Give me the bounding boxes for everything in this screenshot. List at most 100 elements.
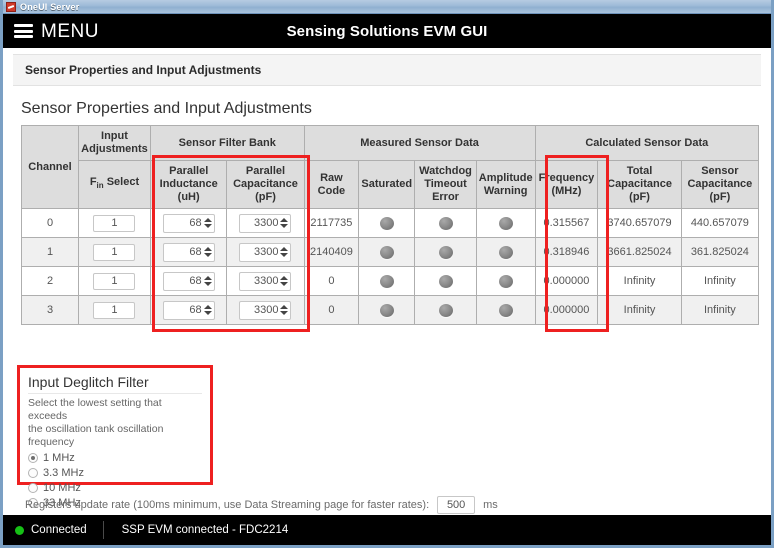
fin-select-input[interactable] [93, 301, 136, 319]
cell-saturated [358, 266, 416, 296]
fin-select-input[interactable] [93, 243, 136, 261]
stepper-arrows-icon[interactable] [280, 274, 289, 289]
parallel-inductance-stepper[interactable] [162, 242, 215, 262]
watchdog-timeout-led-icon [438, 245, 453, 259]
deglitch-description-l2: the oscillation tank oscillation frequen… [28, 423, 164, 448]
table-column-header-row: Fin Select Parallel Inductance (uH) Para… [22, 160, 760, 209]
cell-channel: 2 [21, 266, 79, 296]
parallel-capacitance-stepper[interactable] [239, 271, 292, 291]
parallel-capacitance-input[interactable] [240, 273, 281, 289]
cell-raw-code: 2117735 [303, 208, 360, 238]
device-status-message: SSP EVM connected - FDC2214 [121, 524, 289, 536]
cell-raw-code: 0 [303, 266, 360, 296]
update-rate-input[interactable] [437, 496, 476, 514]
group-input-adjustments: Input Adjustments [78, 125, 151, 161]
col-parallel-capacitance: Parallel Capacitance (pF) [226, 160, 305, 209]
parallel-capacitance-input[interactable] [240, 302, 281, 318]
group-measured-sensor-data: Measured Sensor Data [303, 125, 536, 161]
parallel-inductance-input[interactable] [163, 302, 204, 318]
col-fin-select: Fin Select [78, 160, 151, 209]
update-rate-unit: ms [483, 499, 498, 511]
connection-status-label: Connected [31, 524, 87, 536]
col-total-cap-l2: Capacitance [607, 178, 672, 190]
deglitch-option-1[interactable]: 1 MHz [28, 452, 202, 464]
parallel-inductance-input[interactable] [163, 273, 204, 289]
update-rate-label: Registers update rate (100ms minimum, us… [25, 499, 430, 511]
cell-raw-code: 2140409 [303, 237, 360, 267]
registers-update-rate-row: Registers update rate (100ms minimum, us… [25, 496, 498, 514]
stepper-arrows-icon[interactable] [203, 303, 212, 318]
radio-button-icon[interactable] [28, 468, 38, 478]
cell-saturated [358, 295, 416, 325]
table-group-header-row: Channel Input Adjustments Sensor Filter … [21, 125, 760, 209]
window-title: OneUI Server [20, 1, 80, 12]
parallel-inductance-stepper[interactable] [162, 213, 215, 233]
cell-parallel-capacitance [226, 208, 305, 238]
col-watchdog-l2: Timeout [424, 178, 467, 190]
cell-total-capacitance: Infinity [597, 295, 682, 325]
col-parallel-inductance: Parallel Inductance (uH) [149, 160, 228, 209]
section-header-sensor-properties[interactable]: Sensor Properties and Input Adjustments [13, 54, 761, 86]
parallel-capacitance-input[interactable] [240, 215, 281, 231]
saturated-led-icon [379, 216, 394, 230]
col-sensor-cap-l3: (pF) [709, 191, 731, 203]
col-amplitude-l1: Amplitude [478, 171, 533, 184]
deglitch-option-label: 3.3 MHz [43, 467, 84, 479]
stepper-arrows-icon[interactable] [203, 274, 212, 289]
parallel-capacitance-stepper[interactable] [239, 213, 292, 233]
col-amplitude-warning: Amplitude Warning [475, 160, 536, 209]
cell-amplitude-warning [475, 266, 536, 296]
deglitch-option-label: 10 MHz [43, 482, 81, 494]
parallel-inductance-input[interactable] [163, 215, 204, 231]
cell-sensor-capacitance: 361.825024 [680, 237, 760, 267]
group-calculated-sensor-data: Calculated Sensor Data [534, 125, 760, 161]
deglitch-option-2[interactable]: 3.3 MHz [28, 467, 202, 479]
menu-button[interactable]: MENU [3, 14, 99, 48]
col-raw-code: Raw Code [303, 160, 360, 209]
application-window: OneUI Server MENU Sensing Solutions EVM … [0, 0, 774, 548]
cell-parallel-capacitance [226, 266, 305, 296]
col-frequency-l2: (MHz) [551, 184, 582, 197]
page-title: Sensing Solutions EVM GUI [286, 22, 488, 40]
fin-select-input[interactable] [93, 272, 136, 290]
radio-button-icon[interactable] [28, 483, 38, 493]
stepper-arrows-icon[interactable] [280, 216, 289, 231]
deglitch-option-3[interactable]: 10 MHz [28, 482, 202, 494]
col-frequency-l1: Frequency [538, 171, 595, 184]
group-sensor-filter-bank: Sensor Filter Bank [149, 125, 305, 161]
status-divider [102, 521, 104, 539]
col-sensor-cap-l2: Capacitance [687, 178, 753, 190]
cell-parallel-inductance [149, 266, 228, 296]
radio-button-icon[interactable] [28, 453, 38, 463]
cell-parallel-capacitance [226, 237, 305, 267]
col-sensor-cap-l1: Sensor [701, 165, 739, 177]
col-watchdog-l1: Watchdog [419, 165, 472, 177]
saturated-led-icon [379, 245, 394, 259]
panel-heading: Sensor Properties and Input Adjustments [21, 100, 312, 117]
col-parallel-inductance-l2: Inductance [159, 178, 218, 190]
fin-select-input[interactable] [93, 214, 136, 232]
stepper-arrows-icon[interactable] [203, 216, 212, 231]
col-sensor-capacitance: Sensor Capacitance (pF) [680, 160, 760, 209]
stepper-arrows-icon[interactable] [280, 303, 289, 318]
parallel-inductance-input[interactable] [163, 244, 204, 260]
col-amplitude-l2: Warning [483, 184, 528, 197]
cell-channel: 1 [21, 237, 79, 267]
parallel-capacitance-input[interactable] [240, 244, 281, 260]
parallel-inductance-stepper[interactable] [162, 271, 215, 291]
amplitude-warning-led-icon [498, 303, 513, 317]
col-total-cap-l1: Total [626, 165, 653, 177]
parallel-capacitance-stepper[interactable] [239, 300, 292, 320]
cell-sensor-capacitance: Infinity [680, 266, 760, 296]
table-row: 200.000000InfinityInfinity [21, 266, 760, 296]
parallel-capacitance-stepper[interactable] [239, 242, 292, 262]
stepper-arrows-icon[interactable] [280, 245, 289, 260]
col-total-capacitance: Total Capacitance (pF) [597, 160, 682, 209]
fin-select-label: Fin Select [89, 176, 140, 191]
parallel-inductance-stepper[interactable] [162, 300, 215, 320]
stepper-arrows-icon[interactable] [203, 245, 212, 260]
watchdog-timeout-led-icon [438, 216, 453, 230]
watchdog-timeout-led-icon [438, 274, 453, 288]
col-total-cap-l3: (pF) [629, 191, 650, 203]
status-bar: Connected SSP EVM connected - FDC2214 [3, 515, 771, 545]
